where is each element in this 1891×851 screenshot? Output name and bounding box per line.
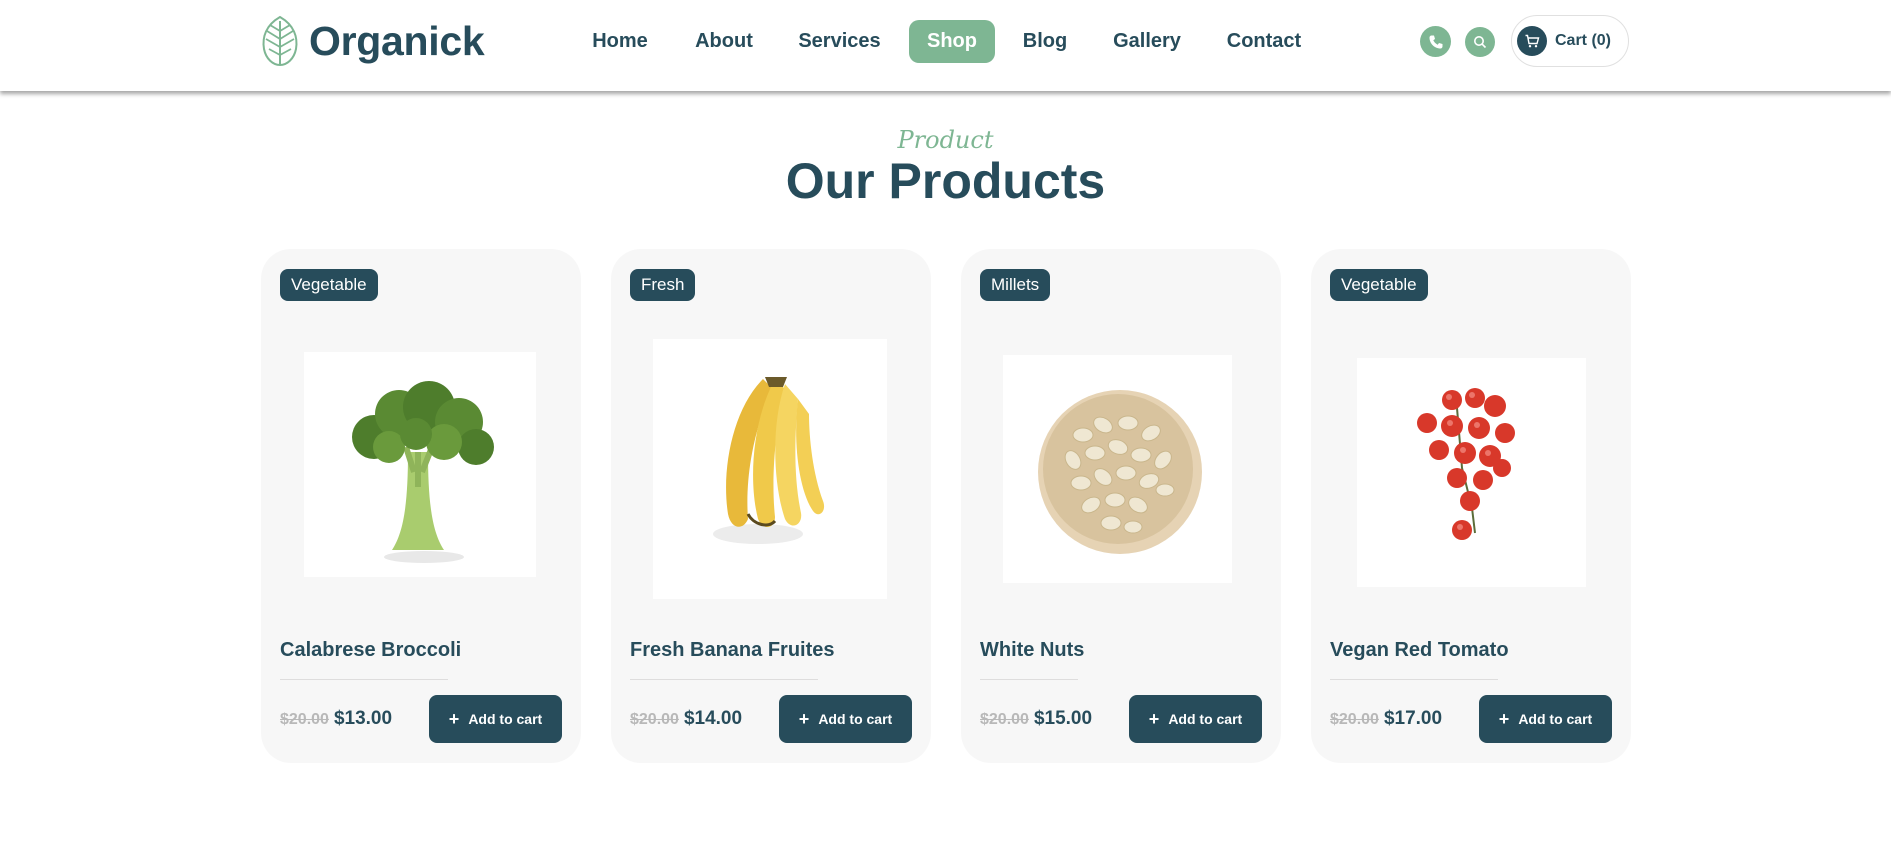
product-name[interactable]: Fresh Banana Fruites [630,639,835,662]
current-price: $15.00 [1033,708,1093,729]
category-badge: Vegetable [280,269,378,301]
plus-icon: + [1148,708,1160,729]
nav-about[interactable]: About [693,20,755,63]
divider [280,679,448,680]
current-price: $13.00 [333,708,393,729]
category-badge: Millets [980,269,1051,301]
plus-icon: + [448,708,460,729]
phone-button[interactable] [1420,26,1451,57]
phone-icon [1429,35,1442,48]
add-to-cart-button[interactable]: + Add to cart [429,695,562,743]
nav-blog[interactable]: Blog [1018,20,1072,63]
add-to-cart-label: Add to cart [818,711,893,727]
old-price: $20.00 [280,711,329,728]
price-row: $20.00 $17.00 [1330,708,1442,730]
current-price: $14.00 [683,708,743,729]
cart-button[interactable]: Cart (0) [1511,15,1629,67]
product-name[interactable]: Vegan Red Tomato [1330,639,1509,662]
product-name[interactable]: Calabrese Broccoli [280,639,461,662]
plus-icon: + [1498,708,1510,729]
add-to-cart-button[interactable]: + Add to cart [1129,695,1262,743]
section-title: Our Products [785,153,1106,209]
search-button[interactable] [1465,27,1495,57]
old-price: $20.00 [1330,711,1379,728]
nav-services[interactable]: Services [797,20,882,63]
category-badge: Fresh [630,269,696,301]
cart-label: Cart (0) [1555,32,1612,49]
price-row: $20.00 $14.00 [630,708,742,730]
plus-icon: + [798,708,810,729]
broccoli-image [352,381,494,563]
nav-home[interactable]: Home [589,20,651,63]
banana-image [713,377,825,544]
tomato-image [1417,388,1515,540]
divider [980,679,1078,680]
category-badge: Vegetable [1330,269,1428,301]
section-subtitle: Product [897,126,994,154]
divider [630,679,818,680]
search-icon [1474,36,1487,49]
divider [1330,679,1498,680]
nav-contact[interactable]: Contact [1225,20,1303,63]
nav-gallery[interactable]: Gallery [1110,20,1184,63]
add-to-cart-label: Add to cart [468,711,543,727]
add-to-cart-button[interactable]: + Add to cart [1479,695,1612,743]
product-image[interactable] [1357,358,1586,587]
old-price: $20.00 [980,711,1029,728]
add-to-cart-label: Add to cart [1518,711,1593,727]
product-card[interactable]: Vegetable Calabrese Broccoli $20.00 $13.… [261,249,581,763]
add-to-cart-label: Add to cart [1168,711,1243,727]
cart-icon-wrap [1517,26,1547,56]
current-price: $17.00 [1383,708,1443,729]
cart-icon [1525,34,1540,48]
product-card[interactable]: Millets White Nuts $20.00 $15.00 + Add t… [961,249,1281,763]
price-row: $20.00 $15.00 [980,708,1092,730]
product-card[interactable]: Vegetable Vegan Red Tomato $20.00 $17.00… [1311,249,1631,763]
product-image[interactable] [1003,355,1232,583]
site-header: Organick Home About Services Shop Blog G… [0,0,1891,91]
product-name[interactable]: White Nuts [980,639,1084,662]
product-image[interactable] [304,352,536,577]
product-image[interactable] [653,339,887,599]
price-row: $20.00 $13.00 [280,708,392,730]
product-card[interactable]: Fresh Fresh Banana Fruites $20.00 $14.00… [611,249,931,763]
old-price: $20.00 [630,711,679,728]
nav-shop[interactable]: Shop [909,20,995,63]
nuts-bowl-image [1038,390,1202,554]
add-to-cart-button[interactable]: + Add to cart [779,695,912,743]
